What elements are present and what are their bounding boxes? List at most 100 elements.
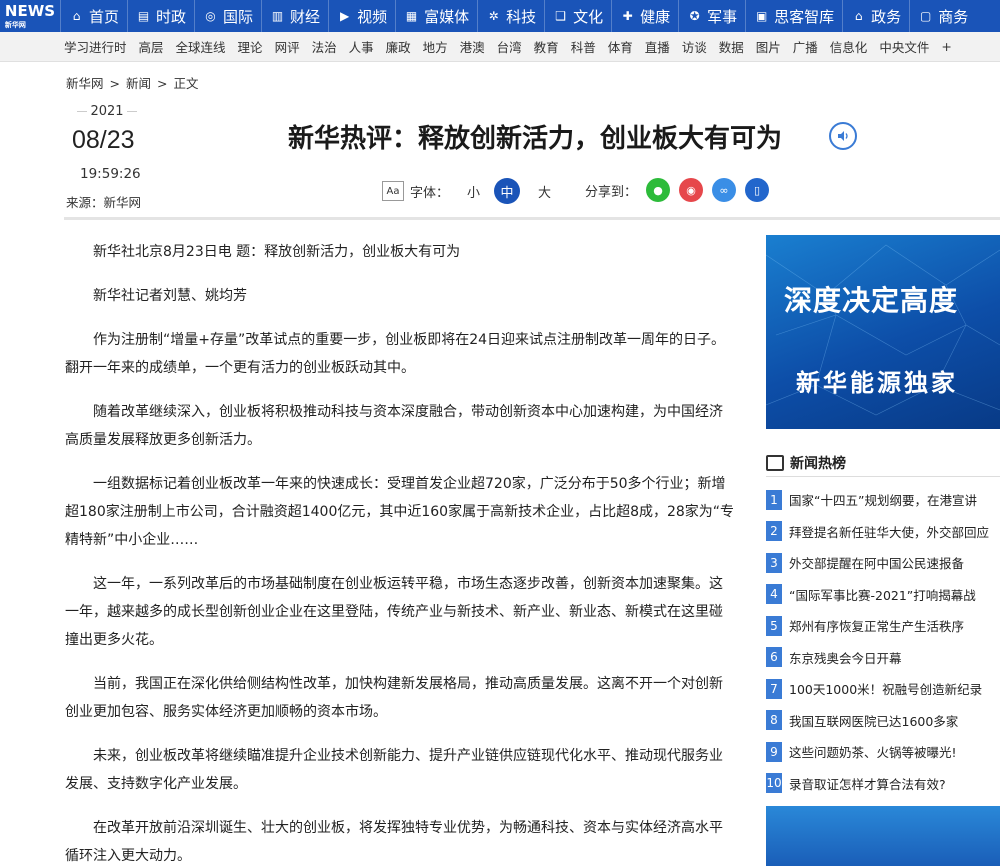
publish-time: 19:59:26 <box>80 166 141 182</box>
article-paragraph: 新华社北京8月23日电 题：释放创新活力，创业板大有可为 <box>93 244 461 260</box>
font-large-button[interactable]: 大 <box>538 182 551 201</box>
hot-news-item[interactable]: 9 这些问题奶茶、火锅等被曝光! <box>766 736 1000 768</box>
subnav-link[interactable]: 廉政 <box>386 37 411 56</box>
promo-banner[interactable]: 深度决定高度 新华能源独家 <box>766 235 1000 429</box>
share-label: 分享到： <box>585 184 638 200</box>
rank-badge: 3 <box>766 552 782 573</box>
subnav-link[interactable]: 全球连线 <box>176 37 226 56</box>
nav-item-label: 文化 <box>573 7 604 26</box>
subnav-link[interactable]: 访谈 <box>682 37 707 56</box>
hot-news-link[interactable]: 拜登提名新任驻华大使，外交部回应 <box>789 522 989 541</box>
nav-item[interactable]: ⌂ 首页 <box>60 0 127 32</box>
hot-news-item[interactable]: 8 我国互联网医院已达1600多家 <box>766 705 1000 737</box>
hot-news-link[interactable]: 这些问题奶茶、火锅等被曝光! <box>789 742 957 761</box>
subnav-link[interactable]: 高层 <box>139 37 164 56</box>
subnav-link[interactable]: 信息化 <box>830 37 868 56</box>
hot-news-title: 新闻热榜 <box>790 455 846 472</box>
subnav-link[interactable]: 法治 <box>312 37 337 56</box>
article-paragraph: 一组数据标记着创业板改革一年来的快速成长：受理首发企业超720家，广泛分布于50… <box>65 476 735 548</box>
hot-news-link[interactable]: 录音取证怎样才算合法有效? <box>789 774 946 793</box>
publish-year: 2021 <box>74 104 140 119</box>
business-icon: ▢ <box>920 9 932 23</box>
rank-badge: 5 <box>766 615 782 636</box>
nav-item[interactable]: ❑ 文化 <box>544 0 611 32</box>
nav-item-label: 时政 <box>156 7 187 26</box>
subnav-link[interactable]: 体育 <box>608 37 633 56</box>
globe-icon: ◎ <box>205 9 216 23</box>
subnav-link[interactable]: 地方 <box>423 37 448 56</box>
article-paragraph: 随着改革继续深入，创业板将积极推动科技与资本深度融合，带动创新资本中心加速构建，… <box>65 404 723 448</box>
hot-news-item[interactable]: 10 录音取证怎样才算合法有效? <box>766 768 1000 800</box>
font-size-controls: Aa 字体： 小 中 大 <box>382 178 551 204</box>
subnav-link[interactable]: 直播 <box>645 37 670 56</box>
hot-news-link[interactable]: 100天1000米！祝融号创造新纪录 <box>789 679 982 698</box>
rank-badge: 7 <box>766 678 782 699</box>
nav-item[interactable]: ▦ 富媒体 <box>395 0 477 32</box>
video-icon: ▶ <box>339 9 350 23</box>
hot-news-link[interactable]: 郑州有序恢复正常生产生活秩序 <box>789 616 964 635</box>
nav-item[interactable]: ◎ 国际 <box>194 0 261 32</box>
hot-news-link[interactable]: 东京残奥会今日开幕 <box>789 648 902 667</box>
nav-item[interactable]: ▣ 思客智库 <box>745 0 842 32</box>
hot-news-item[interactable]: 7 100天1000米！祝融号创造新纪录 <box>766 673 1000 705</box>
font-small-button[interactable]: 小 <box>467 182 480 201</box>
subnav-link[interactable]: 科普 <box>571 37 596 56</box>
wechat-icon[interactable]: ● <box>646 178 671 202</box>
nav-item[interactable]: ✚ 健康 <box>611 0 678 32</box>
hot-news-link[interactable]: 我国互联网医院已达1600多家 <box>789 711 958 730</box>
nav-item[interactable]: ✪ 军事 <box>678 0 745 32</box>
rank-badge: 6 <box>766 647 782 668</box>
hot-news-item[interactable]: 1 国家“十四五”规划纲要，在港宣讲 <box>766 484 1000 516</box>
hot-news-header: 新闻热榜 <box>766 449 1000 477</box>
subnav-link[interactable]: 网评 <box>275 37 300 56</box>
link-icon[interactable]: ∞ <box>712 178 737 202</box>
logo-text: NEWS <box>4 2 56 20</box>
publish-date: 08/23 <box>72 126 135 154</box>
subnav-link[interactable]: 中央文件 <box>879 37 929 56</box>
crumb-home[interactable]: 新华网 <box>66 76 104 91</box>
nav-item[interactable]: ▥ 财经 <box>261 0 328 32</box>
hot-news-item[interactable]: 5 郑州有序恢复正常生产生活秩序 <box>766 610 1000 642</box>
article-paragraph: 当前，我国正在深化供给侧结构性改革，加快构建新发展格局，推动高质量发展。这离不开… <box>65 676 723 720</box>
nav-item-label: 视频 <box>357 7 388 26</box>
subnav-link[interactable]: + <box>941 39 951 54</box>
nav-item[interactable]: ▶ 视频 <box>328 0 395 32</box>
hot-news-link[interactable]: 外交部提醒在阿中国公民速报备 <box>789 553 964 572</box>
weibo-icon[interactable]: ◉ <box>679 178 704 202</box>
hot-news-link[interactable]: 国家“十四五”规划纲要，在港宣讲 <box>789 490 977 509</box>
logo-sub: 新华网 <box>4 21 26 29</box>
subnav-link[interactable]: 港澳 <box>460 37 485 56</box>
font-medium-button[interactable]: 中 <box>494 178 521 204</box>
subnav-link[interactable]: 教育 <box>534 37 559 56</box>
subnav-link[interactable]: 图片 <box>756 37 781 56</box>
crumb-news[interactable]: 新闻 <box>126 76 151 91</box>
top-navigation: NEWS 新华网 ⌂ 首页 ▤ 时政 ◎ 国际 ▥ 财经 ▶ 视频 ▦ 富媒体 ✲ 科技 ❑ 文化 ✚ 健康 ✪ 军事 ▣… <box>0 0 1000 32</box>
mobile-icon[interactable]: ▯ <box>745 178 770 202</box>
subnav-link[interactable]: 台湾 <box>497 37 522 56</box>
nav-item-label: 政务 <box>871 7 902 26</box>
banner-subline: 新华能源独家 <box>796 369 958 397</box>
nav-item[interactable]: ▢ 商务 <box>909 0 976 32</box>
news-icon: ▤ <box>137 9 150 23</box>
nav-item-label: 富媒体 <box>424 7 470 26</box>
xinhua-logo[interactable]: NEWS 新华网 <box>0 0 60 32</box>
hot-news-item[interactable]: 6 东京残奥会今日开幕 <box>766 642 1000 674</box>
nav-item-label: 科技 <box>506 7 537 26</box>
hot-news-item[interactable]: 4 “国际军事比赛-2021”打响揭幕战 <box>766 579 1000 611</box>
hot-news-item[interactable]: 2 拜登提名新任驻华大使，外交部回应 <box>766 516 1000 548</box>
subnav-link[interactable]: 理论 <box>238 37 263 56</box>
speaker-icon[interactable] <box>829 122 857 150</box>
nav-item[interactable]: ▤ 时政 <box>127 0 194 32</box>
subnav-link[interactable]: 数据 <box>719 37 744 56</box>
subnav-link[interactable]: 学习进行时 <box>64 37 127 56</box>
bottom-banner[interactable] <box>766 806 1000 866</box>
hot-news-item[interactable]: 3 外交部提醒在阿中国公民速报备 <box>766 547 1000 579</box>
nav-item[interactable]: ✲ 科技 <box>477 0 544 32</box>
article-body: 新华社北京8月23日电 题：释放创新活力，创业板大有可为 新华社记者刘慧、姚均芳作… <box>65 238 735 866</box>
hot-news-link[interactable]: “国际军事比赛-2021”打响揭幕战 <box>789 585 976 604</box>
subnav-link[interactable]: 广播 <box>793 37 818 56</box>
subnav-link[interactable]: 人事 <box>349 37 374 56</box>
article-paragraph: 这一年，一系列改革后的市场基础制度在创业板运转平稳，市场生态逐步改善，创新资本加… <box>65 576 723 648</box>
crumb-sep: > <box>156 76 168 91</box>
nav-item[interactable]: ⌂ 政务 <box>842 0 909 32</box>
